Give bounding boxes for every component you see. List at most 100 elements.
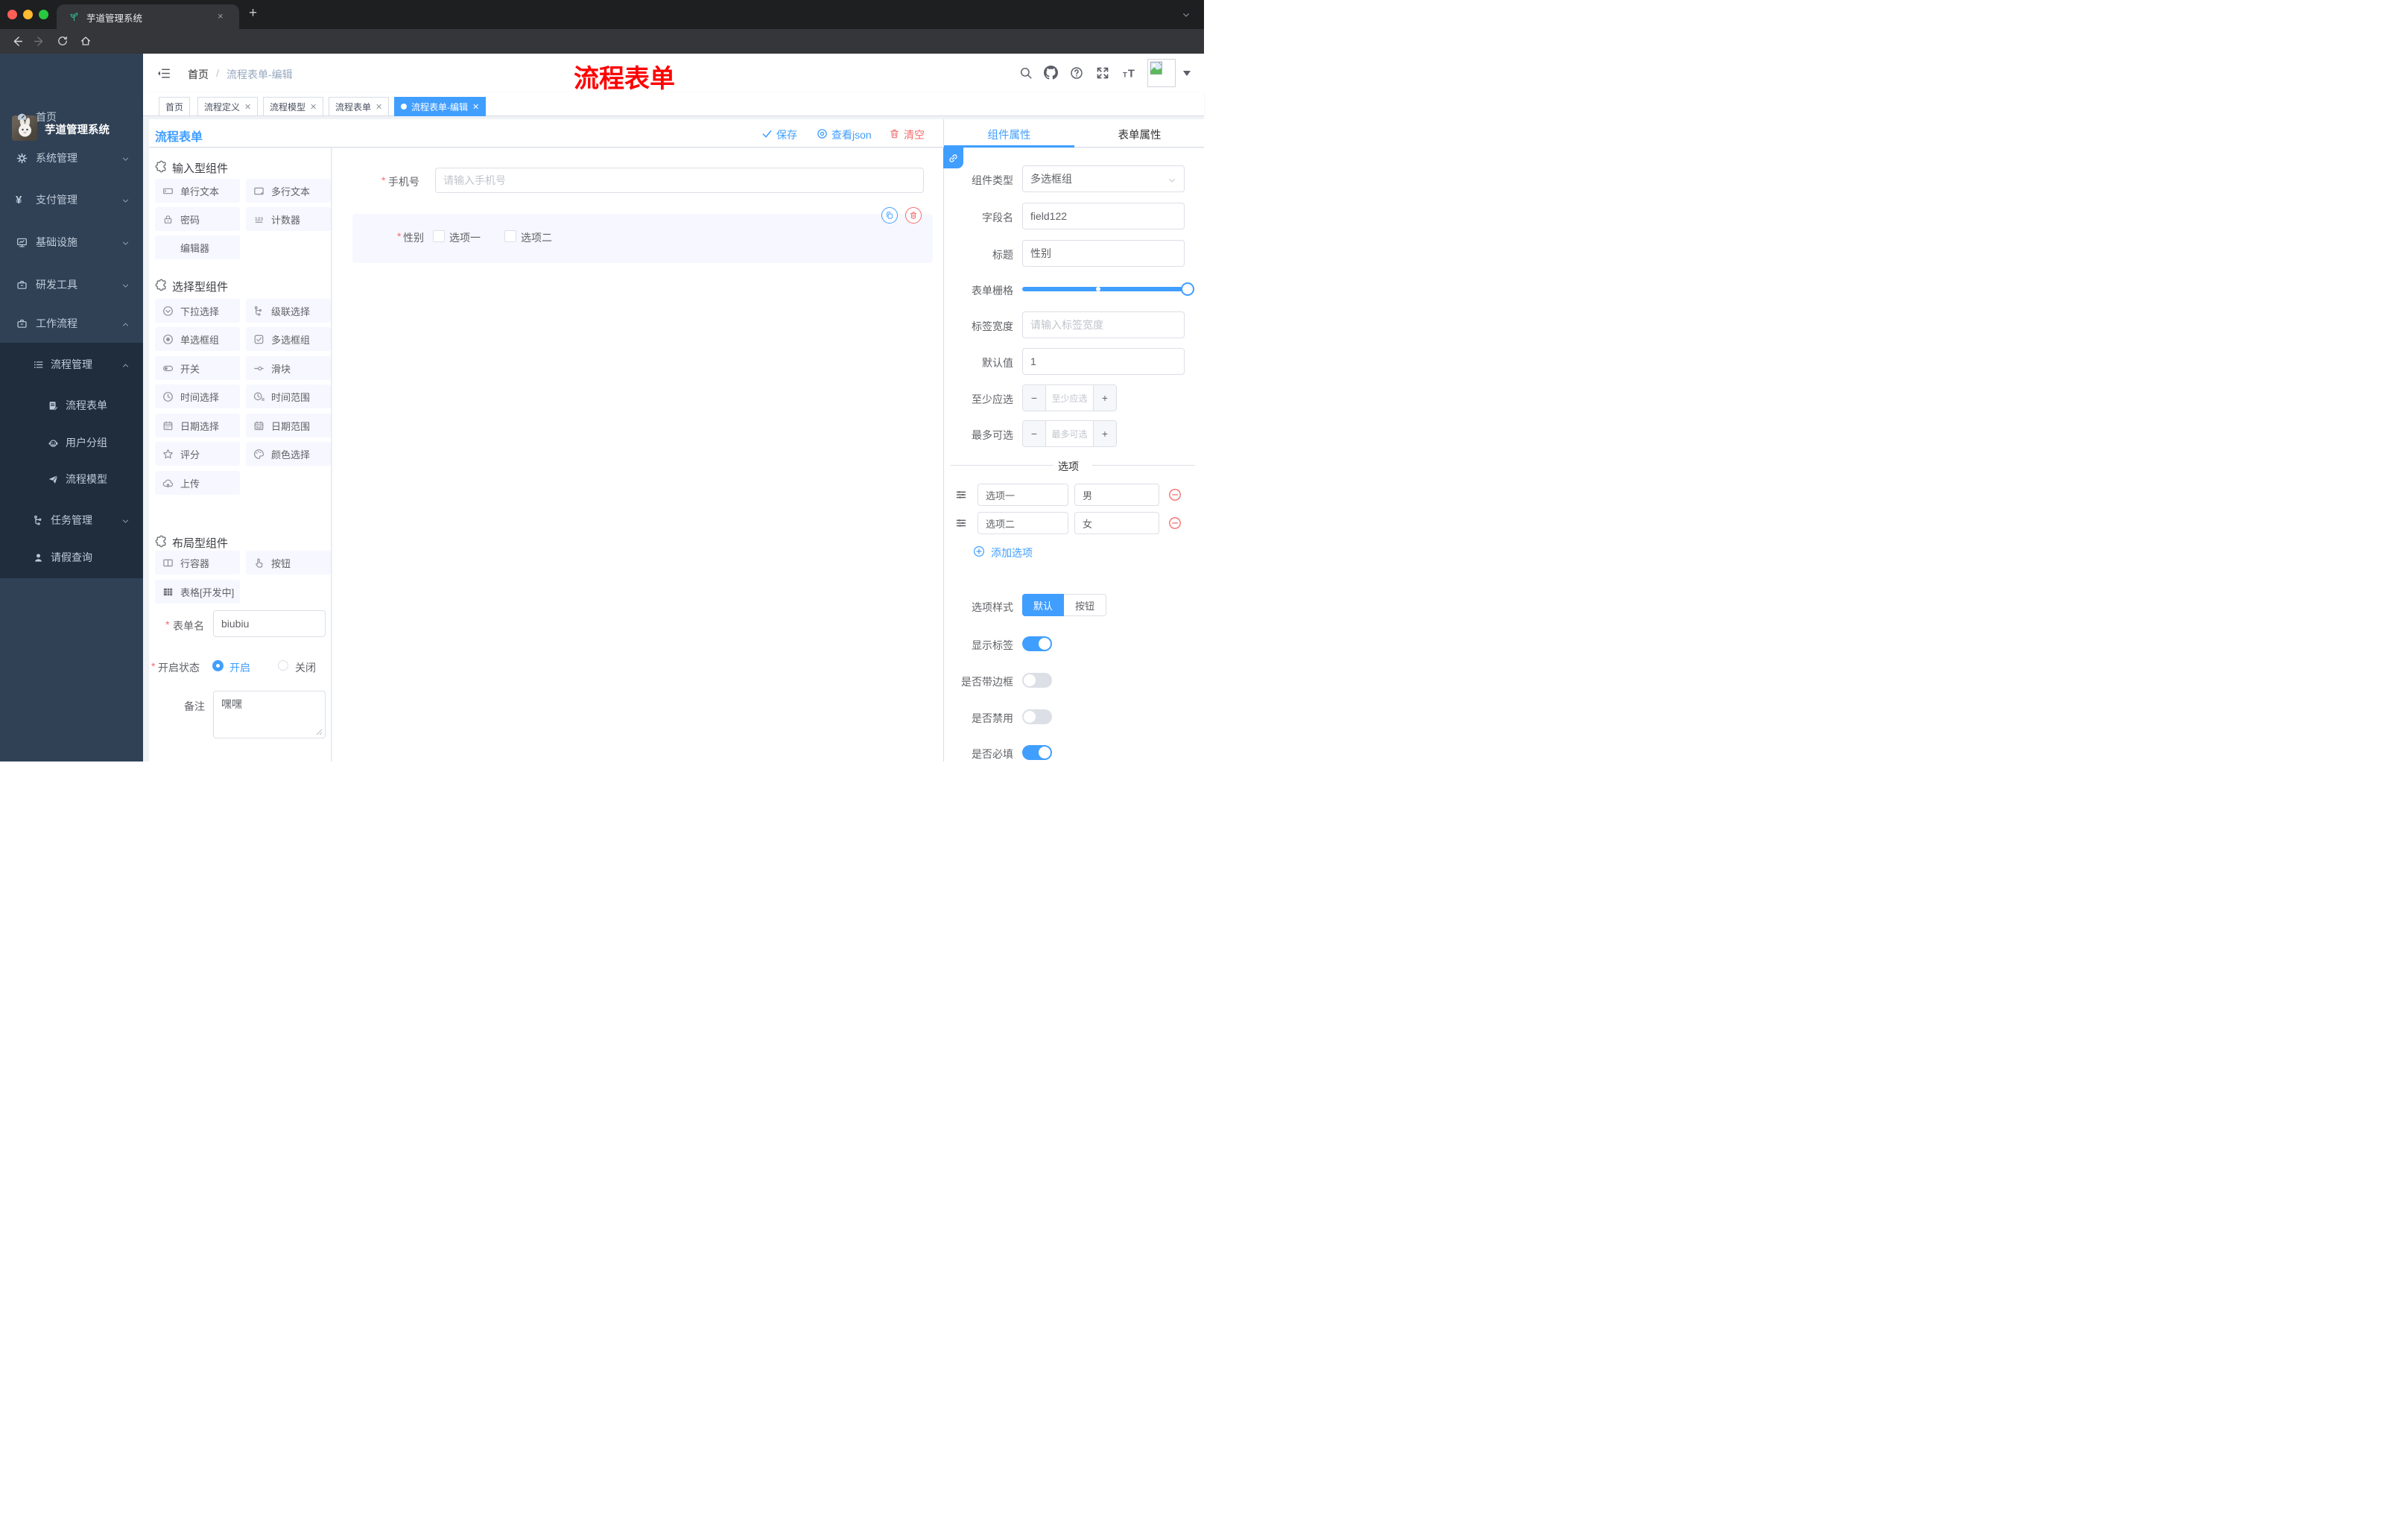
palette-item-radio-group[interactable]: 单选框组 xyxy=(155,327,240,351)
palette-item-checkbox-group[interactable]: 多选框组 xyxy=(246,327,331,351)
tag-process-def[interactable]: 流程定义 ✕ xyxy=(197,97,259,116)
palette-item-slider[interactable]: 滑块 xyxy=(246,356,331,380)
fullscreen-icon[interactable] xyxy=(1096,66,1109,80)
drag-handle-icon[interactable] xyxy=(955,517,967,529)
radio-on[interactable] xyxy=(212,660,224,671)
sidebar-item-pay[interactable]: ¥ 支付管理 xyxy=(0,181,143,218)
sidebar-item-user-group[interactable]: 用户分组 xyxy=(0,424,143,461)
gender-option-1-label[interactable]: 选项一 xyxy=(449,230,481,245)
palette-item-row-container[interactable]: 行容器 xyxy=(155,551,240,574)
option-1-value-input[interactable] xyxy=(1074,484,1159,506)
palette-item-single-text[interactable]: 单行文本 xyxy=(155,179,240,203)
home-icon[interactable] xyxy=(80,35,92,47)
field-name-input[interactable] xyxy=(1022,203,1185,229)
palette-item-upload[interactable]: 上传 xyxy=(155,471,240,495)
palette-item-table[interactable]: 表格[开发中] xyxy=(155,580,240,604)
gender-checkbox-1[interactable] xyxy=(433,230,445,242)
form-status-on-label[interactable]: 开启 xyxy=(229,660,250,675)
sidebar-item-system[interactable]: 系统管理 xyxy=(0,139,143,177)
show-label-toggle[interactable] xyxy=(1022,636,1052,651)
stepper-decrease-button[interactable]: − xyxy=(1023,385,1046,411)
save-button[interactable]: 保存 xyxy=(776,127,797,142)
tag-process-form-edit[interactable]: 流程表单-编辑 ✕ xyxy=(394,97,487,116)
grid-slider-handle[interactable] xyxy=(1181,282,1194,296)
window-zoom-button[interactable] xyxy=(39,10,48,19)
stepper-increase-button[interactable]: + xyxy=(1093,421,1116,446)
add-option-button[interactable]: 添加选项 xyxy=(991,545,1033,560)
field-link-tab[interactable] xyxy=(943,148,963,168)
sidebar-item-process-model[interactable]: 流程模型 xyxy=(0,460,143,498)
sidebar-item-workflow[interactable]: 工作流程 xyxy=(0,305,143,342)
palette-item-password[interactable]: 密码 xyxy=(155,207,240,231)
tag-close-icon[interactable]: ✕ xyxy=(244,102,251,112)
browser-tab[interactable]: 芋道管理系统 × xyxy=(57,4,239,29)
window-close-button[interactable] xyxy=(7,10,17,19)
delete-field-button[interactable] xyxy=(905,207,922,224)
new-tab-button[interactable]: + xyxy=(249,5,257,22)
search-icon[interactable] xyxy=(1019,66,1033,80)
grid-slider-track[interactable] xyxy=(1022,287,1192,291)
back-icon[interactable] xyxy=(10,35,23,48)
form-name-input[interactable] xyxy=(213,610,326,637)
gender-option-2-label[interactable]: 选项二 xyxy=(521,230,552,245)
tag-process-form[interactable]: 流程表单 ✕ xyxy=(329,97,390,116)
palette-item-date-range[interactable]: 日期范围 xyxy=(246,414,331,437)
tag-close-icon[interactable]: ✕ xyxy=(376,102,382,112)
tab-close-icon[interactable]: × xyxy=(218,10,224,22)
stepper-decrease-button[interactable]: − xyxy=(1023,421,1046,446)
option-2-value-input[interactable] xyxy=(1074,512,1159,534)
drag-handle-icon[interactable] xyxy=(955,489,967,501)
style-default-button[interactable]: 默认 xyxy=(1022,594,1064,616)
sidebar-item-process-form[interactable]: 流程表单 xyxy=(0,387,143,424)
form-remark-textarea[interactable]: 嘿嘿 xyxy=(213,691,326,738)
phone-field-input[interactable] xyxy=(435,168,924,193)
remove-option-icon[interactable] xyxy=(1168,488,1182,501)
palette-item-switch[interactable]: 开关 xyxy=(155,356,240,380)
sidebar-item-home[interactable]: 首页 xyxy=(0,98,143,136)
reload-icon[interactable] xyxy=(57,35,69,47)
window-minimize-button[interactable] xyxy=(23,10,33,19)
forward-icon[interactable] xyxy=(34,35,46,48)
palette-item-button[interactable]: 按钮 xyxy=(246,551,331,574)
gender-checkbox-2[interactable] xyxy=(504,230,516,242)
palette-item-editor[interactable]: 编辑器 xyxy=(155,235,240,259)
radio-off[interactable] xyxy=(278,660,288,671)
remove-option-icon[interactable] xyxy=(1168,516,1182,530)
palette-item-counter[interactable]: 123 计数器 xyxy=(246,207,331,231)
view-json-button[interactable]: 查看json xyxy=(831,127,872,142)
stepper-value[interactable]: 最多可选 xyxy=(1046,421,1093,446)
palette-item-cascader[interactable]: 级联选择 xyxy=(246,299,331,323)
type-select[interactable]: 多选框组 xyxy=(1022,165,1185,192)
border-toggle[interactable] xyxy=(1022,673,1052,688)
option-2-label-input[interactable] xyxy=(978,512,1068,534)
textarea-resize-handle[interactable] xyxy=(316,729,323,735)
tab-component-props[interactable]: 组件属性 xyxy=(944,127,1074,142)
avatar[interactable] xyxy=(1147,59,1176,87)
palette-item-rate[interactable]: 评分 xyxy=(155,442,240,466)
stepper-increase-button[interactable]: + xyxy=(1093,385,1116,411)
sidebar-item-leave-query[interactable]: 请假查询 xyxy=(0,539,143,576)
sidebar-collapse-icon[interactable] xyxy=(156,66,171,80)
option-1-label-input[interactable] xyxy=(978,484,1068,506)
tag-process-model[interactable]: 流程模型 ✕ xyxy=(263,97,324,116)
form-status-off-label[interactable]: 关闭 xyxy=(295,660,316,675)
font-size-icon[interactable]: TT xyxy=(1122,66,1136,80)
help-icon[interactable] xyxy=(1070,66,1083,80)
palette-item-time-picker[interactable]: 时间选择 xyxy=(155,384,240,408)
palette-item-date-picker[interactable]: 日期选择 xyxy=(155,414,240,437)
title-input[interactable] xyxy=(1022,240,1185,267)
palette-item-textarea[interactable]: 多行文本 xyxy=(246,179,331,203)
sidebar-item-task-mgmt[interactable]: 任务管理 xyxy=(0,501,143,539)
tab-form-props[interactable]: 表单属性 xyxy=(1074,127,1205,142)
breadcrumb-home[interactable]: 首页 xyxy=(188,67,209,82)
palette-item-time-range[interactable]: 时间范围 xyxy=(246,384,331,408)
required-toggle[interactable] xyxy=(1022,745,1052,760)
disabled-toggle[interactable] xyxy=(1022,709,1052,724)
copy-field-button[interactable] xyxy=(881,207,898,224)
label-width-input[interactable] xyxy=(1022,311,1185,338)
sidebar-item-process-mgmt[interactable]: 流程管理 xyxy=(0,346,143,383)
palette-item-select[interactable]: 下拉选择 xyxy=(155,299,240,323)
default-value-input[interactable] xyxy=(1022,348,1185,375)
github-icon[interactable] xyxy=(1044,66,1058,80)
tab-list-chevron-icon[interactable] xyxy=(1182,10,1191,19)
